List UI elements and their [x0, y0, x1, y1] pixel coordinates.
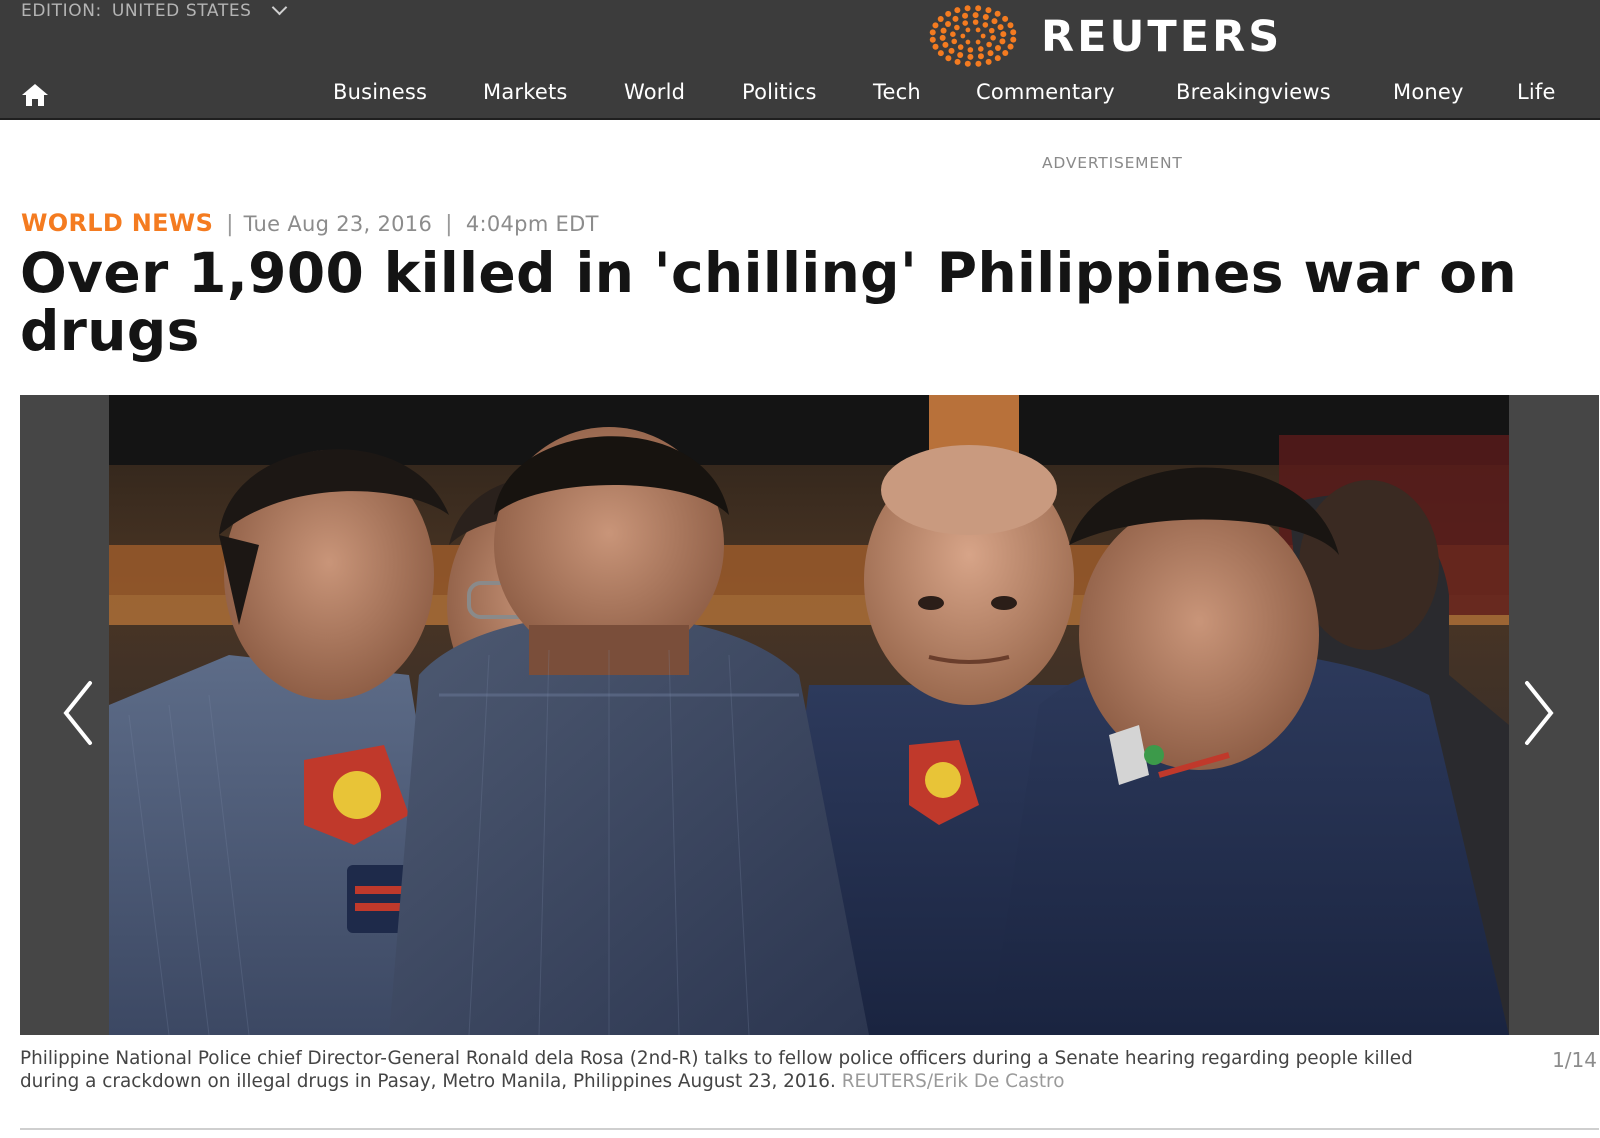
- article-headline: Over 1,900 killed in 'chilling' Philippi…: [20, 241, 1518, 363]
- edition-selector[interactable]: EDITION: UNITED STATES: [21, 0, 287, 21]
- nav-item-breakingviews[interactable]: Breakingviews: [1176, 80, 1331, 104]
- nav-item-business[interactable]: Business: [333, 80, 427, 104]
- chevron-left-icon[interactable]: [60, 678, 100, 748]
- meta-separator: |: [226, 212, 234, 237]
- photo-credit: REUTERS/Erik De Castro: [841, 1071, 1065, 1092]
- brand-name: REUTERS: [1041, 11, 1283, 62]
- reuters-logo-mark-icon: [929, 5, 1017, 67]
- reuters-logo[interactable]: REUTERS: [925, 4, 1282, 68]
- chevron-down-icon: [271, 0, 287, 16]
- nav-item-money[interactable]: Money: [1393, 80, 1464, 104]
- edition-value: UNITED STATES: [111, 1, 252, 21]
- article-date: Tue Aug 23, 2016 | 4:04pm EDT: [244, 212, 599, 237]
- caption-text: Philippine National Police chief Directo…: [20, 1048, 1413, 1092]
- advertisement-label: ADVERTISEMENT: [1042, 154, 1183, 172]
- chevron-right-icon[interactable]: [1517, 678, 1557, 748]
- nav-item-tech[interactable]: Tech: [873, 80, 921, 104]
- meta-separator: |: [445, 212, 453, 237]
- photo-slideshow: [20, 395, 1599, 1035]
- article-date-value: Tue Aug 23, 2016: [243, 212, 433, 236]
- top-header: EDITION: UNITED STATES REUTERS Business …: [0, 0, 1600, 120]
- slide-counter: 1/14: [1552, 1048, 1597, 1072]
- nav-item-life[interactable]: Life: [1517, 80, 1556, 104]
- section-link[interactable]: WORLD NEWS: [21, 209, 213, 237]
- main-nav: Business Markets World Politics Tech Com…: [0, 80, 1600, 112]
- slideshow-caption-row: Philippine National Police chief Directo…: [20, 1047, 1599, 1117]
- slide-photo-image: [109, 395, 1509, 1035]
- edition-label: EDITION:: [21, 1, 102, 21]
- slide-photo[interactable]: [109, 395, 1509, 1035]
- nav-item-world[interactable]: World: [624, 80, 685, 104]
- divider: [20, 1128, 1599, 1130]
- nav-item-politics[interactable]: Politics: [742, 80, 817, 104]
- nav-item-commentary[interactable]: Commentary: [976, 80, 1115, 104]
- photo-caption: Philippine National Police chief Directo…: [20, 1047, 1460, 1093]
- article-meta: WORLD NEWS | Tue Aug 23, 2016 | 4:04pm E…: [21, 209, 599, 237]
- nav-item-markets[interactable]: Markets: [483, 80, 568, 104]
- article-time: 4:04pm EDT: [465, 212, 599, 236]
